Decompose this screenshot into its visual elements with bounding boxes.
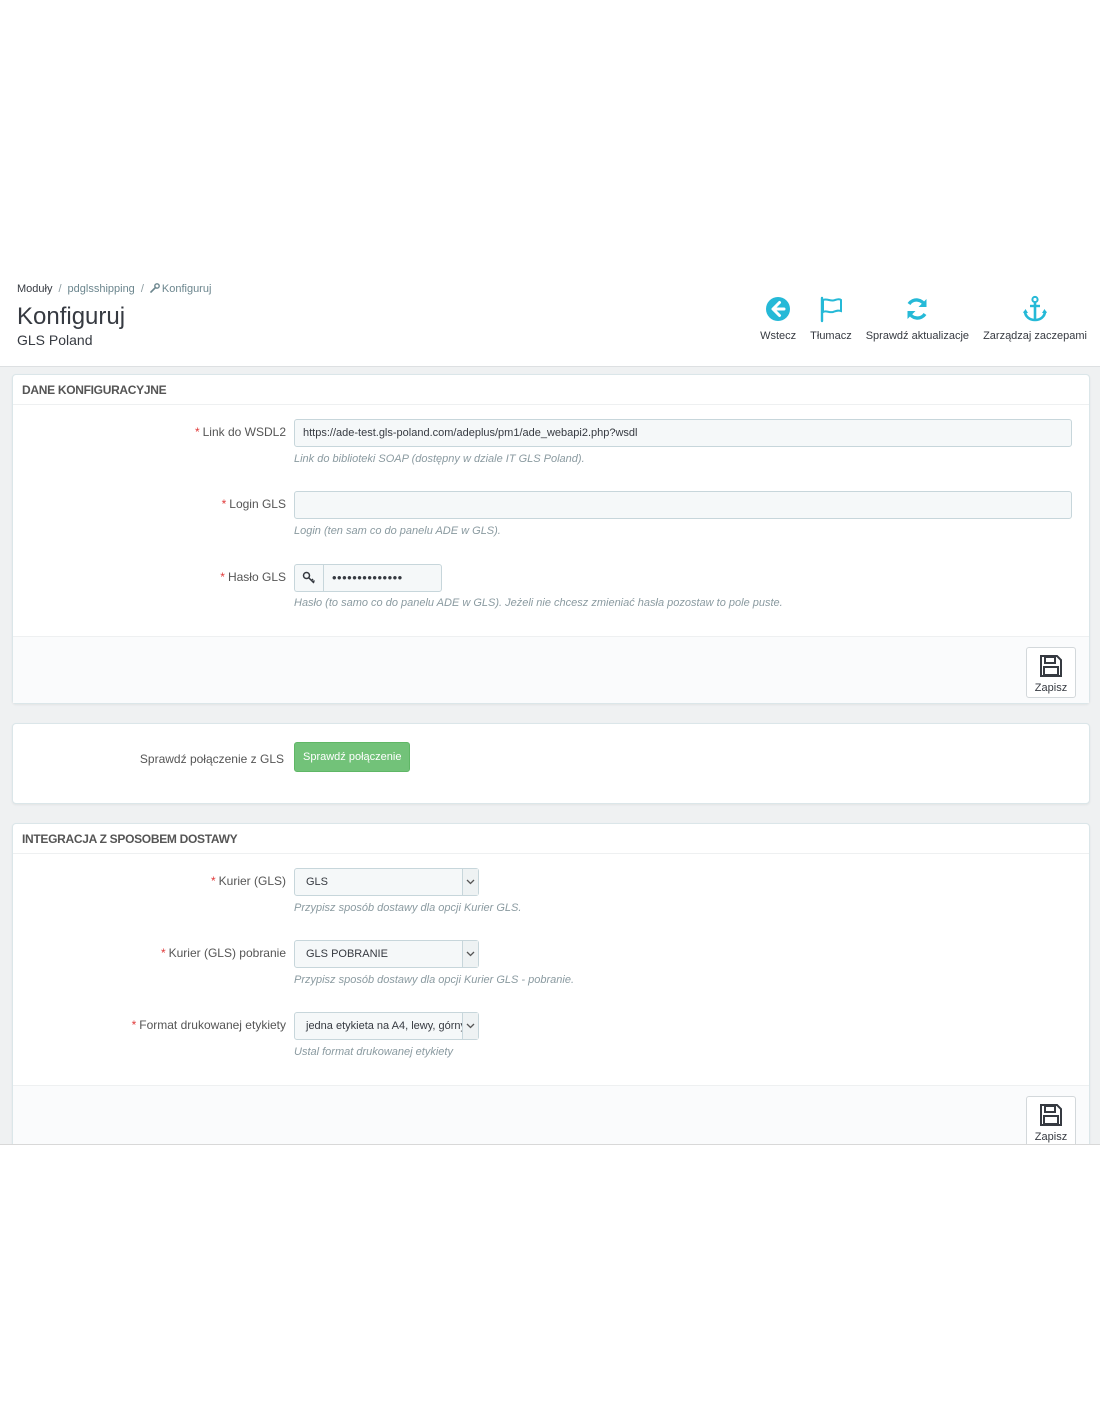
flag-icon [820, 296, 842, 323]
delivery-panel-heading: INTEGRACJA Z SPOSOBEM DOSTAWY [13, 824, 1089, 854]
config-panel-footer: Zapisz [13, 636, 1089, 703]
label-format-label: * Format drukowanej etykiety [132, 1018, 286, 1032]
password-label-text: Hasło GLS [227, 570, 286, 584]
translate-label: Tłumacz [810, 330, 852, 342]
wsdl-help: Link do biblioteki SOAP (dostępny w dzia… [294, 453, 585, 465]
chevron-down-icon [462, 1013, 478, 1039]
check-updates-label: Sprawdź aktualizacje [865, 330, 970, 342]
back-label: Wstecz [760, 330, 797, 342]
wsdl-label: * Link do WSDL2 [195, 425, 286, 439]
wsdl-label-text: Link do WSDL2 [202, 425, 286, 439]
key-icon [294, 564, 323, 592]
label-format-help: Ustal format drukowanej etykiety [294, 1046, 453, 1058]
required-marker: * [210, 874, 216, 888]
admin-screen: Moduły / pdglsshipping / Konfiguruj Konfigur… [0, 270, 1100, 1145]
save-icon [1040, 655, 1062, 677]
back-button[interactable]: Wstecz [753, 295, 803, 342]
breadcrumb: Moduły / pdglsshipping / Konfiguruj [17, 283, 211, 295]
label-format-select-value: jedna etykieta na A4, lewy, górny róg [306, 1020, 462, 1032]
chevron-down-icon [462, 941, 478, 967]
manage-hooks-button[interactable]: Zarządzaj zaczepami [976, 295, 1094, 342]
save-label: Zapisz [1034, 682, 1068, 694]
save-button[interactable]: Zapisz [1026, 1096, 1076, 1144]
connection-panel: Sprawdź połączenie z GLS Sprawdź połącze… [12, 723, 1090, 804]
label-format-row: * Format drukowanej etykiety jedna etykie… [13, 1012, 1091, 1042]
translate-button[interactable]: Tłumacz [803, 295, 859, 342]
password-field: •••••••••••••• [294, 564, 442, 592]
refresh-icon [907, 298, 927, 320]
required-marker: * [160, 946, 166, 960]
save-button[interactable]: Zapisz [1026, 647, 1076, 698]
page-header: Moduły / pdglsshipping / Konfiguruj Konfigur… [0, 270, 1100, 367]
save-icon [1040, 1104, 1062, 1126]
config-panel-heading: DANE KONFIGURACYJNE [13, 375, 1089, 405]
required-marker: * [194, 425, 200, 439]
label-format-label-text: Format drukowanej etykiety [139, 1018, 286, 1032]
breadcrumb-separator: / [58, 283, 62, 295]
delivery-panel: INTEGRACJA Z SPOSOBEM DOSTAWY * Kurier (G… [12, 823, 1091, 1144]
courier-cod-label: * Kurier (GLS) pobranie [161, 946, 286, 960]
check-updates-button[interactable]: Sprawdź aktualizacje [859, 295, 976, 342]
courier-cod-row: * Kurier (GLS) pobranie GLS POBRANIE [13, 940, 1091, 970]
config-panel: DANE KONFIGURACYJNE * Link do WSDL2 https… [12, 374, 1090, 704]
save-label: Zapisz [1034, 1131, 1068, 1143]
required-marker: * [131, 1018, 137, 1032]
breadcrumb-modules[interactable]: Moduły [17, 283, 52, 295]
page-subtitle: GLS Poland [17, 332, 93, 348]
courier-label-text: Kurier (GLS) [218, 874, 286, 888]
courier-label: * Kurier (GLS) [211, 874, 286, 888]
password-input[interactable]: •••••••••••••• [323, 564, 442, 592]
breadcrumb-module[interactable]: pdglsshipping [68, 283, 135, 295]
password-row: * Hasło GLS •••••••••••••• [13, 564, 1091, 594]
check-connection-button[interactable]: Sprawdź połączenie [294, 742, 411, 772]
courier-cod-select-value: GLS POBRANIE [306, 948, 388, 960]
courier-select-value: GLS [306, 876, 329, 888]
required-marker: * [221, 497, 227, 511]
arrow-left-circle-icon [766, 297, 791, 321]
login-input[interactable] [294, 491, 1072, 519]
courier-cod-select[interactable]: GLS POBRANIE [294, 940, 479, 968]
connection-label: Sprawdź połączenie z GLS [139, 752, 284, 766]
toolbar: Wstecz Tłumacz Sprawdź aktualizacje Zarz… [753, 295, 1094, 342]
delivery-panel-footer: Zapisz [13, 1085, 1089, 1144]
password-help: Hasło (to samo co do panelu ADE w GLS). … [294, 597, 783, 609]
courier-cod-help: Przypisz sposób dostawy dla opcji Kurier… [294, 974, 575, 986]
courier-row: * Kurier (GLS) GLS [13, 868, 1091, 898]
wrench-icon [150, 283, 160, 293]
anchor-icon [1023, 295, 1048, 322]
courier-help: Przypisz sposób dostawy dla opcji Kurier… [294, 902, 522, 914]
courier-cod-label-text: Kurier (GLS) pobranie [168, 946, 286, 960]
label-format-select[interactable]: jedna etykieta na A4, lewy, górny róg [294, 1012, 479, 1040]
breadcrumb-separator: / [140, 283, 144, 295]
login-label-text: Login GLS [229, 497, 286, 511]
manage-hooks-label: Zarządzaj zaczepami [983, 330, 1087, 342]
wsdl-input[interactable]: https://ade-test.gls-poland.com/adeplus/… [294, 419, 1072, 447]
chevron-down-icon [462, 869, 478, 895]
courier-select[interactable]: GLS [294, 868, 479, 896]
required-marker: * [220, 570, 225, 584]
login-label: * Login GLS [222, 497, 286, 511]
login-help: Login (ten sam co do panelu ADE w GLS). [294, 525, 501, 537]
login-row: * Login GLS [13, 491, 1091, 521]
wsdl-row: * Link do WSDL2 https://ade-test.gls-pola… [13, 419, 1091, 449]
password-label: * Hasło GLS [220, 570, 286, 584]
page-title: Konfiguruj [17, 303, 126, 330]
breadcrumb-current: Konfiguruj [161, 283, 212, 295]
